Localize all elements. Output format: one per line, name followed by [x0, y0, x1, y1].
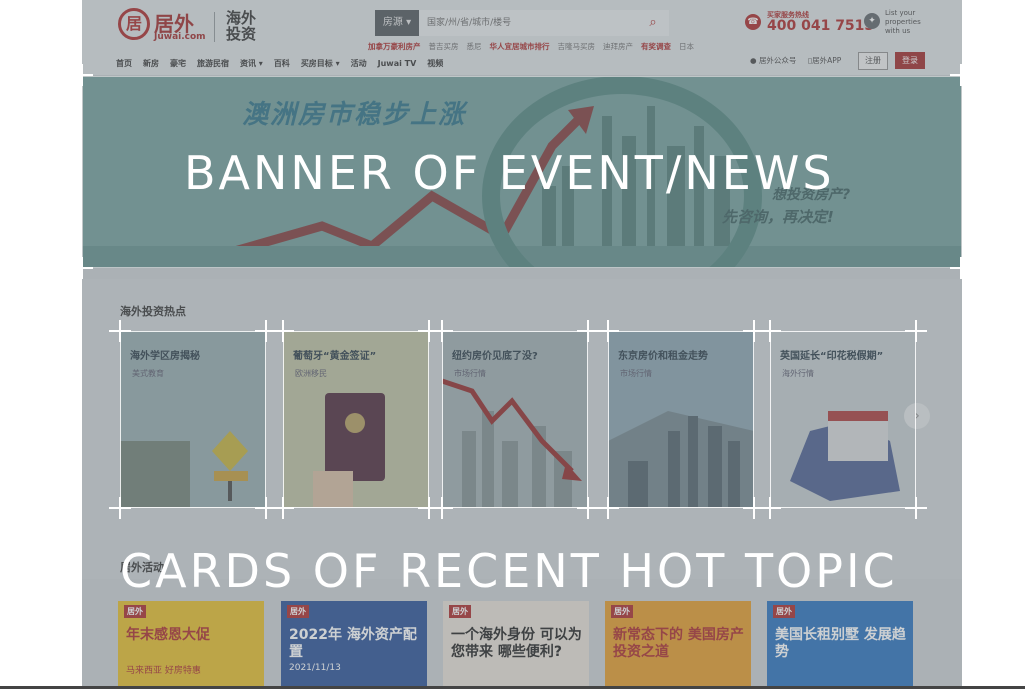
poster-title: 新常态下的 美国房产投资之道 [613, 627, 744, 660]
hot-link[interactable]: 悉尼 [467, 42, 482, 51]
section-title-hot: 海外投资热点 [120, 305, 186, 318]
poster-subtitle: 2021/11/13 [289, 663, 341, 673]
hotline-number[interactable]: 400 041 7515 [767, 18, 874, 34]
nav-item[interactable]: 买房目标 ▾ [301, 59, 340, 68]
activity-poster[interactable]: 居外美国长租别墅 发展趋势 [767, 601, 913, 689]
search-icon[interactable]: ⌕ [638, 10, 668, 36]
activity-poster[interactable]: 居外年末感恩大促马来西亚 好房特惠 [118, 601, 264, 689]
banner-cta-text: 先咨询，再决定! [722, 208, 834, 226]
activity-poster[interactable]: 居外一个海外身份 可以为您带来 哪些便利? [443, 601, 589, 689]
poster-brand: 居外 [449, 605, 471, 618]
main-nav: 首页 新房 豪宅 旅游民宿 资讯 ▾ 百科 买房目标 ▾ 活动 Juwai TV 视频 [116, 58, 454, 69]
site-header: 居 居外 Juwai.com 海外投资 房源 ▾ ⌕ 加拿万豪利房产普吉买房悉尼… [82, 0, 962, 75]
register-button[interactable]: 注册 [858, 52, 888, 70]
logo-divider [214, 12, 215, 42]
topic-card[interactable]: 海外学区房揭秘 美式教育 [120, 331, 266, 507]
login-button[interactable]: 登录 [895, 52, 925, 69]
topic-tag: 市场行情 [454, 369, 486, 378]
wechat-link[interactable]: ● 居外公众号 [750, 55, 796, 66]
activity-poster[interactable]: 居外 2022年 海外资产配置 2021/11/13 [281, 601, 427, 689]
app-label: 居外APP [812, 56, 842, 65]
app-link[interactable]: ▯居外APP [808, 55, 841, 66]
poster-title: 美国长租别墅 发展趋势 [775, 627, 906, 660]
activity-poster[interactable]: 居外新常态下的 美国房产投资之道 [605, 601, 751, 689]
logo-icon[interactable]: 居 [118, 8, 150, 40]
wechat-label: 居外公众号 [758, 56, 797, 65]
search-category-select[interactable]: 房源 ▾ [375, 10, 419, 36]
annotation-banner-label: BANNER OF EVENT/NEWS [184, 146, 835, 200]
topic-title: 海外学区房揭秘 [130, 351, 200, 362]
nav-item[interactable]: 豪宅 [170, 59, 186, 68]
poster-title: 2022年 海外资产配置 [289, 627, 417, 660]
nav-item[interactable]: 活动 [351, 59, 367, 68]
hot-link[interactable]: 普吉买房 [429, 42, 459, 51]
phone-icon: ☎ [745, 14, 761, 30]
nav-item[interactable]: 资讯 ▾ [240, 59, 263, 68]
logo-domain: Juwai.com [154, 32, 206, 42]
poster-title: 一个海外身份 可以为您带来 哪些便利? [451, 627, 582, 660]
hot-link[interactable]: 日本 [679, 42, 694, 51]
nav-item[interactable]: 新房 [143, 59, 159, 68]
nav-item[interactable]: Juwai TV [378, 59, 417, 68]
poster-brand: 居外 [124, 605, 146, 618]
poster-title: 年末感恩大促 [126, 627, 210, 643]
hot-link[interactable]: 吉隆马买房 [558, 42, 596, 51]
topic-card[interactable]: 纽约房价见底了没? 市场行情 [442, 331, 588, 507]
nav-item[interactable]: 旅游民宿 [197, 59, 229, 68]
topic-tag: 美式教育 [132, 369, 164, 378]
topic-title: 东京房价和租金走势 [618, 351, 708, 362]
search-input[interactable] [419, 10, 669, 36]
poster-subtitle: 马来西亚 好房特惠 [126, 666, 201, 676]
logo-section-name: 海外投资 [226, 9, 257, 43]
hot-search-links: 加拿万豪利房产 普吉买房 悉尼 华人宜居城市排行 吉隆马买房 迪拜房产 有奖调查 日本 [368, 41, 702, 52]
banner-headline: 澳洲房市稳步上涨 [242, 100, 467, 130]
topic-tag: 市场行情 [620, 369, 652, 378]
poster-brand: 居外 [611, 605, 633, 618]
megaphone-icon: ✦ [864, 13, 880, 29]
topic-title: 纽约房价见底了没? [452, 351, 538, 362]
topic-tag: 欧洲移民 [295, 369, 327, 378]
topic-title: 英国延长“印花税假期” [780, 351, 884, 362]
wechat-icon: ● [750, 56, 757, 65]
topic-card[interactable]: 东京房价和租金走势 市场行情 [608, 331, 754, 507]
annotation-cards-label: CARDS OF RECENT HOT TOPIC [120, 544, 898, 598]
hot-link[interactable]: 有奖调查 [641, 42, 671, 51]
hot-link[interactable]: 华人宜居城市排行 [490, 42, 550, 51]
poster-brand: 居外 [287, 605, 309, 618]
list-properties-link[interactable]: List your properties with us [885, 9, 935, 36]
hot-link[interactable]: 迪拜房产 [603, 42, 633, 51]
nav-item[interactable]: 视频 [427, 59, 443, 68]
hot-link[interactable]: 加拿万豪利房产 [368, 42, 421, 51]
poster-brand: 居外 [773, 605, 795, 618]
hot-topics-section: 海外投资热点 海外学区房揭秘 美式教育 葡萄牙“黄金签证” 欧洲移民 纽约房价见… [82, 279, 962, 579]
nav-item[interactable]: 百科 [274, 59, 290, 68]
carousel-next-button[interactable]: › [904, 403, 930, 429]
nav-item[interactable]: 首页 [116, 59, 132, 68]
topic-title: 葡萄牙“黄金签证” [293, 351, 377, 362]
topic-card[interactable]: 葡萄牙“黄金签证” 欧洲移民 [283, 331, 429, 507]
topic-tag: 海外行情 [782, 369, 814, 378]
topic-card[interactable]: 英国延长“印花税假期” 海外行情 [770, 331, 916, 507]
